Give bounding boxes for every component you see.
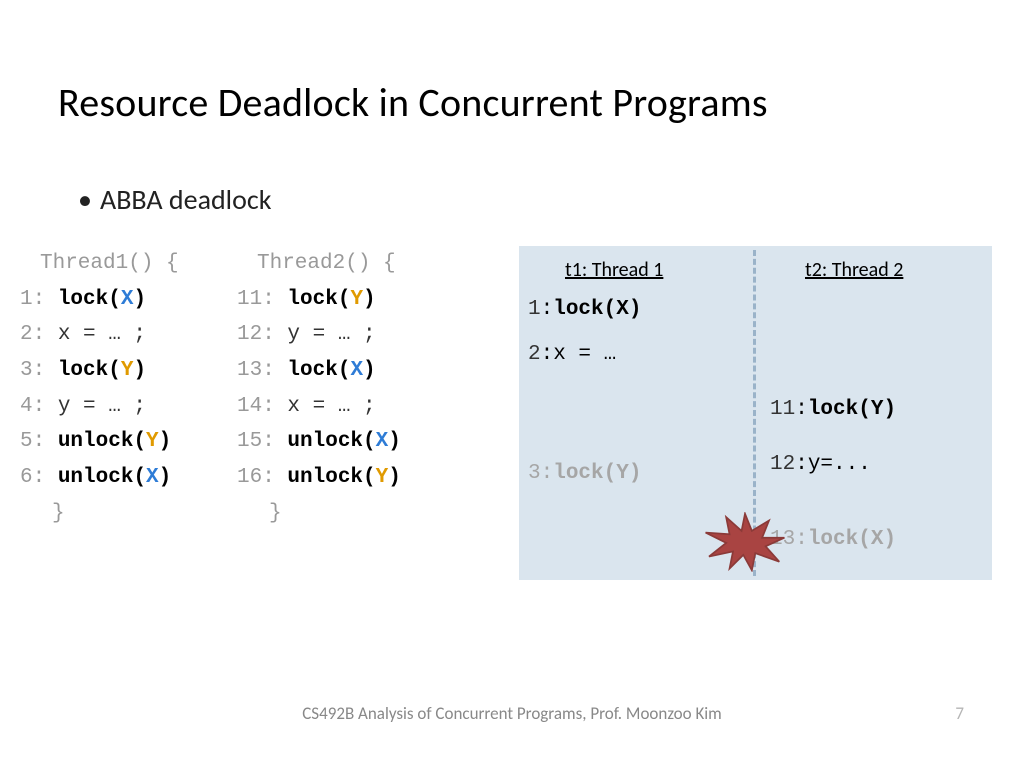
footer-text: CS492B Analysis of Concurrent Programs, … xyxy=(0,703,1024,724)
code-line: 4: y = … ; xyxy=(20,389,179,425)
exec-t1-row1: 2:x = … xyxy=(528,343,616,366)
exec-col1-head: t1: Thread 1 xyxy=(565,258,663,282)
code-line: 1: lock(X) xyxy=(20,282,179,318)
code-line: 2: x = … ; xyxy=(20,317,179,353)
exec-t1-row0: 1:lock(X) xyxy=(528,298,641,321)
code-line: 12: y = … ; xyxy=(237,317,401,353)
thread2-code: Thread2() { 11: lock(Y)12: y = … ;13: lo… xyxy=(237,246,401,532)
thread2-close: } xyxy=(269,496,401,532)
code-line: 14: x = … ; xyxy=(237,389,401,425)
code-line: 15: unlock(X) xyxy=(237,424,401,460)
code-line: 13: lock(X) xyxy=(237,353,401,389)
thread2-header: Thread2() { xyxy=(257,246,401,282)
exec-t2-row1: 12:y=... xyxy=(770,453,871,476)
code-line: 3: lock(Y) xyxy=(20,353,179,389)
code-line: 5: unlock(Y) xyxy=(20,424,179,460)
thread1-code: Thread1() { 1: lock(X)2: x = … ;3: lock(… xyxy=(20,246,179,532)
code-line: 6: unlock(X) xyxy=(20,460,179,496)
collision-starburst-icon xyxy=(700,512,790,572)
exec-t2-row0: 11:lock(Y) xyxy=(770,398,896,421)
bullet-abba: ABBA deadlock xyxy=(100,182,271,217)
slide-title: Resource Deadlock in Concurrent Programs xyxy=(58,78,768,127)
exec-t1-row2: 3:lock(Y) xyxy=(528,462,641,485)
exec-col2-head: t2: Thread 2 xyxy=(805,258,903,282)
thread1-close: } xyxy=(52,496,179,532)
page-number: 7 xyxy=(955,703,964,724)
code-line: 16: unlock(Y) xyxy=(237,460,401,496)
code-line: 11: lock(Y) xyxy=(237,282,401,318)
thread1-header: Thread1() { xyxy=(40,246,179,282)
